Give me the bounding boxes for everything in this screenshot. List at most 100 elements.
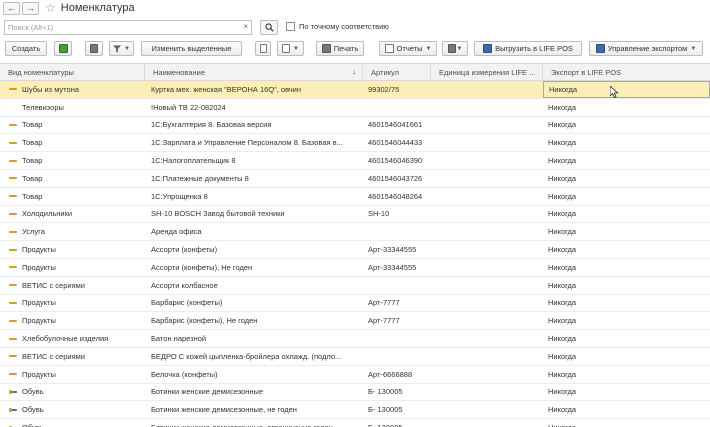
export-settings-icon — [595, 44, 605, 53]
cell-export: Никогда — [543, 312, 710, 329]
cell-kind-text: Телевизоры — [22, 102, 64, 112]
copy-icon — [58, 44, 68, 53]
table-row[interactable]: Обувь Ботинки женские демисезонные Б- 1300… — [0, 384, 710, 402]
exact-match-option[interactable]: По точному соответствию — [286, 22, 389, 31]
hierarchy-button[interactable] — [85, 41, 103, 56]
table-row[interactable]: Продукты Барбарис (конфеты) Арт-7777 Никогд… — [0, 295, 710, 313]
cell-unit — [431, 330, 543, 347]
upload-icon — [483, 44, 493, 53]
column-header-kind[interactable]: Вид номенклатуры — [0, 64, 145, 81]
change-selected-button[interactable]: Изменить выделенные — [141, 41, 242, 56]
cell-unit — [431, 99, 543, 116]
table-row[interactable]: Продукты Ассорти (конфеты) Арт-33344555 Ник… — [0, 241, 710, 259]
item-type-icon — [9, 123, 17, 127]
print-button[interactable]: Печать — [316, 41, 364, 56]
cell-kind-text: Товар — [22, 173, 43, 183]
cell-kind-text: Шубы из мутона — [22, 84, 80, 94]
table-row[interactable]: Услуга Аренда офиса Никогда — [0, 223, 710, 242]
cell-export-text: Никогда — [548, 298, 577, 308]
cell-article: 99302/75 — [363, 81, 431, 98]
table-row[interactable]: Обувь Ботинки женские демисезонные, огран… — [0, 419, 710, 427]
more-button[interactable]: ▼ — [442, 41, 468, 56]
search-input[interactable] — [5, 21, 237, 34]
cell-name: Барбарис (конфеты) — [145, 295, 363, 312]
cell-unit — [431, 312, 543, 329]
exact-match-checkbox[interactable] — [286, 22, 295, 31]
cell-name: Белочка (конфеты) — [145, 366, 363, 383]
table-row[interactable]: Товар 1С:Упрощенка 8 4601546048264 Никогда — [0, 188, 710, 206]
cell-export: Никогда — [543, 259, 710, 276]
hierarchy-icon — [90, 44, 98, 53]
create-button[interactable]: Создать — [5, 41, 47, 56]
table-row[interactable]: Продукты Барбарис (конфеты), Не годен Арт-… — [0, 312, 710, 331]
table-row[interactable]: Холодильники SH-10 BOSCH Завод бытовой те… — [0, 206, 710, 224]
export-management-button[interactable]: Управление экспортом ▼ — [589, 41, 703, 56]
cell-export: Никогда — [543, 81, 710, 98]
cell-kind-text: Обувь — [22, 423, 44, 427]
chevron-down-icon: ▼ — [293, 45, 299, 52]
cell-unit — [431, 134, 543, 151]
cell-kind: Продукты — [0, 312, 145, 329]
export-management-label: Управление экспортом — [607, 44, 688, 53]
cell-article: SH-10 — [363, 206, 431, 223]
column-header-unit[interactable]: Единица измерения LIFE ... — [431, 64, 543, 81]
more-actions-icon — [447, 44, 456, 53]
table-row[interactable]: Товар 1С:Бухгалтерия 8. Базовая версия 460… — [0, 117, 710, 135]
column-header-name[interactable]: Наименование ↓ — [145, 64, 363, 81]
cell-name: Аренда офиса — [145, 223, 363, 240]
cell-article-text: 4601546043726 — [368, 173, 423, 183]
cell-article-text: Арт-33344555 — [368, 262, 417, 272]
cell-name-text: 1С:Бухгалтерия 8. Базовая версия — [151, 120, 272, 130]
cell-article: 4601546048264 — [363, 188, 431, 205]
forward-button[interactable]: → — [22, 1, 39, 15]
cell-export: Никогда — [543, 366, 710, 383]
filter-button[interactable]: ▼ — [109, 41, 134, 56]
copy-button[interactable] — [54, 41, 72, 56]
table-row[interactable]: Шубы из мутона Куртка мех. женская "ВЕРОН… — [0, 81, 710, 99]
item-type-icon — [9, 212, 17, 216]
search-icon — [264, 23, 274, 32]
cell-article-text: Б- 130005 — [368, 387, 403, 397]
cell-export: Никогда — [543, 277, 710, 294]
cell-unit — [431, 117, 543, 134]
upload-life-pos-button[interactable]: Выгрузить в LIFE POS — [474, 41, 582, 56]
favorite-star-icon[interactable]: ☆ — [45, 2, 56, 14]
cell-name-text: Ассорти колбасное — [151, 280, 218, 290]
chevron-down-icon: ▼ — [690, 45, 697, 52]
cell-export: Никогда — [543, 241, 710, 258]
cell-export-text: Никогда — [548, 423, 576, 427]
cell-name: Ботинки женские демисезонные — [145, 384, 363, 401]
column-header-article[interactable]: Артикул — [363, 64, 431, 81]
search-button[interactable] — [260, 20, 278, 35]
table-row[interactable]: Продукты Ассорти (конфеты), Не годен Арт-3… — [0, 259, 710, 277]
table-row[interactable]: ВЕТИС с сериями БЕДРО С кожей цыпленка-бр… — [0, 348, 710, 366]
cell-article-text: 4601546044433 — [368, 138, 423, 148]
cell-article: 4601546043726 — [363, 170, 431, 187]
table-row[interactable]: Товар 1С:Зарплата и Управление Персоналом… — [0, 134, 710, 153]
column-header-label: Экспорт в LIFE POS — [551, 68, 622, 77]
table-row[interactable]: Хлебобулочные изделия Батон нарезной Никог… — [0, 330, 710, 348]
structure-icon — [282, 44, 291, 53]
document-list-button[interactable] — [255, 41, 271, 56]
cell-article: Б- 130005 — [363, 384, 431, 401]
structure-button[interactable]: ▼ — [277, 41, 304, 56]
cell-name: 1С:Зарплата и Управление Персоналом 8. Б… — [145, 134, 363, 151]
back-button[interactable]: ← — [3, 1, 20, 15]
chevron-down-icon: ▼ — [425, 45, 432, 52]
cell-article-text: 99302/75 — [368, 84, 400, 94]
cell-name: Батон нарезной — [145, 330, 363, 347]
table-row[interactable]: Обувь Ботинки женские демисезонные, не го… — [0, 401, 710, 420]
cell-unit — [431, 241, 543, 258]
cell-export-text: Никогда — [548, 102, 577, 112]
table-row[interactable]: Товар 1С:Платежные документы 8 46015460437… — [0, 170, 710, 188]
reports-button[interactable]: Отчеты ▼ — [379, 41, 437, 56]
table-row[interactable]: Телевизоры !Новый ТВ 22-082024 Никогда — [0, 99, 710, 117]
table-row[interactable]: ВЕТИС с сериями Ассорти колбасное Никогда — [0, 277, 710, 295]
table-row[interactable]: Продукты Белочка (конфеты) Арт-6666888 Нико… — [0, 366, 710, 384]
cell-unit — [431, 295, 543, 312]
table-row[interactable]: Товар 1С:Налогоплательщик 8 4601546046390 Н… — [0, 152, 710, 170]
column-header-export[interactable]: Экспорт в LIFE POS — [543, 64, 710, 81]
clear-search-icon[interactable]: × — [243, 22, 248, 31]
cell-kind: Продукты — [0, 259, 145, 276]
cell-name: SH-10 BOSCH Завод бытовой техники — [145, 206, 363, 223]
